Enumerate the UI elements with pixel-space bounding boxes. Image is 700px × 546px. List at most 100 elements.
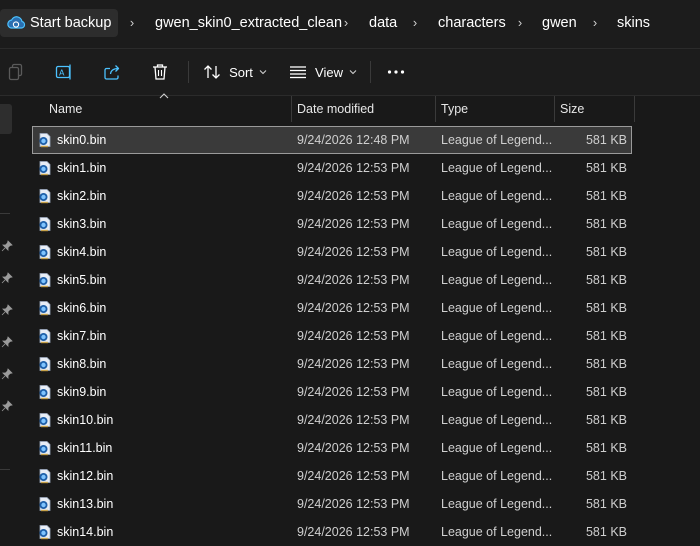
file-row[interactable]: skin11.bin 9/24/2026 12:53 PM League of Le…	[32, 434, 632, 462]
pin-icon[interactable]	[1, 304, 13, 316]
file-row[interactable]: skin5.bin 9/24/2026 12:53 PM League of Leg…	[32, 266, 632, 294]
file-row[interactable]: skin9.bin 9/24/2026 12:53 PM League of Leg…	[32, 378, 632, 406]
rename-button[interactable]: A	[48, 57, 80, 87]
more-icon	[387, 70, 405, 74]
file-name: skin9.bin	[57, 385, 107, 399]
file-row[interactable]: skin1.bin 9/24/2026 12:53 PM League of Leg…	[32, 154, 632, 182]
toolbar-separator	[370, 61, 371, 83]
breadcrumb-start-backup[interactable]: Start backup	[0, 9, 118, 37]
file-type: League of Legend...	[441, 441, 553, 455]
file-size: 581 KB	[585, 133, 627, 147]
file-row[interactable]: skin2.bin 9/24/2026 12:53 PM League of Leg…	[32, 182, 632, 210]
file-date-modified: 9/24/2026 12:53 PM	[297, 217, 410, 231]
column-header-row: Name Date modified Type Size	[16, 96, 700, 122]
file-type: League of Legend...	[441, 217, 553, 231]
file-name: skin5.bin	[57, 273, 107, 287]
navigation-pane[interactable]	[0, 96, 16, 540]
more-button[interactable]	[380, 57, 412, 87]
column-header-type[interactable]: Type	[435, 96, 554, 122]
column-header-name[interactable]: Name	[43, 96, 291, 122]
file-row[interactable]: skin14.bin 9/24/2026 12:53 PM League of Le…	[32, 518, 632, 546]
league-file-icon	[39, 525, 51, 540]
file-size: 581 KB	[585, 273, 627, 287]
breadcrumb-skins[interactable]: skins	[617, 9, 650, 37]
file-name: skin4.bin	[57, 245, 107, 259]
breadcrumb-characters[interactable]: characters	[438, 9, 506, 37]
file-date-modified: 9/24/2026 12:53 PM	[297, 441, 410, 455]
share-button[interactable]	[96, 57, 128, 87]
file-type: League of Legend...	[441, 357, 553, 371]
breadcrumb-chevron-icon[interactable]: ›	[340, 9, 352, 37]
command-bar: A Sort View	[0, 49, 700, 95]
file-row[interactable]: skin10.bin 9/24/2026 12:53 PM League of Le…	[32, 406, 632, 434]
file-date-modified: 9/24/2026 12:53 PM	[297, 245, 410, 259]
file-row[interactable]: skin3.bin 9/24/2026 12:53 PM League of Leg…	[32, 210, 632, 238]
column-resize-handle[interactable]	[634, 96, 635, 122]
league-file-icon	[39, 329, 51, 344]
pin-icon[interactable]	[1, 272, 13, 284]
league-file-icon	[39, 497, 51, 512]
toolbar-separator	[188, 61, 189, 83]
rename-icon: A	[55, 64, 71, 80]
file-name: skin14.bin	[57, 525, 114, 539]
breadcrumb-data[interactable]: data	[369, 9, 397, 37]
league-file-icon	[39, 385, 51, 400]
sort-icon	[204, 65, 221, 79]
file-date-modified: 9/24/2026 12:48 PM	[297, 133, 410, 147]
nav-selected-item[interactable]	[0, 104, 12, 134]
view-button[interactable]: View	[286, 57, 360, 87]
copy-icon	[8, 63, 23, 81]
file-size: 581 KB	[585, 329, 627, 343]
file-row[interactable]: skin13.bin 9/24/2026 12:53 PM League of Le…	[32, 490, 632, 518]
file-type: League of Legend...	[441, 245, 553, 259]
view-icon	[290, 66, 307, 79]
file-type: League of Legend...	[441, 301, 553, 315]
file-name: skin0.bin	[57, 133, 107, 147]
breadcrumb-chevron-icon[interactable]: ›	[589, 9, 601, 37]
breadcrumb-chevron-icon[interactable]: ›	[126, 9, 138, 37]
file-row[interactable]: skin0.bin 9/24/2026 12:48 PM League of Leg…	[32, 126, 632, 154]
file-date-modified: 9/24/2026 12:53 PM	[297, 273, 410, 287]
file-row[interactable]: skin7.bin 9/24/2026 12:53 PM League of Leg…	[32, 322, 632, 350]
pin-icon[interactable]	[1, 336, 13, 348]
pin-icon[interactable]	[1, 368, 13, 380]
file-name: skin8.bin	[57, 357, 107, 371]
file-type: League of Legend...	[441, 385, 553, 399]
file-date-modified: 9/24/2026 12:53 PM	[297, 469, 410, 483]
file-type: League of Legend...	[441, 329, 553, 343]
file-row[interactable]: skin8.bin 9/24/2026 12:53 PM League of Leg…	[32, 350, 632, 378]
league-file-icon	[39, 189, 51, 204]
breadcrumb-label: Start backup	[30, 15, 112, 31]
nav-divider	[0, 213, 10, 214]
delete-button[interactable]	[144, 57, 176, 87]
file-size: 581 KB	[585, 469, 627, 483]
column-header-date[interactable]: Date modified	[291, 96, 435, 122]
league-file-icon	[39, 161, 51, 176]
file-type: League of Legend...	[441, 273, 553, 287]
file-name: skin13.bin	[57, 497, 114, 511]
file-date-modified: 9/24/2026 12:53 PM	[297, 357, 410, 371]
chevron-down-icon	[349, 70, 357, 75]
league-file-icon	[39, 469, 51, 484]
pin-icon[interactable]	[1, 400, 13, 412]
address-bar: Start backup › gwen_skin0_extracted_clea…	[0, 0, 700, 48]
sort-button[interactable]: Sort	[198, 57, 272, 87]
file-date-modified: 9/24/2026 12:53 PM	[297, 161, 410, 175]
league-file-icon	[39, 133, 51, 148]
sort-label: Sort	[229, 64, 253, 80]
breadcrumb-folder[interactable]: gwen_skin0_extracted_clean	[155, 9, 342, 37]
file-row[interactable]: skin12.bin 9/24/2026 12:53 PM League of Le…	[32, 462, 632, 490]
file-row[interactable]: skin4.bin 9/24/2026 12:53 PM League of Leg…	[32, 238, 632, 266]
breadcrumb-gwen[interactable]: gwen	[542, 9, 577, 37]
file-size: 581 KB	[585, 413, 627, 427]
file-date-modified: 9/24/2026 12:53 PM	[297, 413, 410, 427]
pin-icon[interactable]	[1, 240, 13, 252]
copy-button[interactable]	[2, 57, 30, 87]
file-name: skin2.bin	[57, 189, 107, 203]
view-label: View	[315, 64, 343, 80]
breadcrumb-chevron-icon[interactable]: ›	[514, 9, 526, 37]
breadcrumb-chevron-icon[interactable]: ›	[409, 9, 421, 37]
file-row[interactable]: skin6.bin 9/24/2026 12:53 PM League of Leg…	[32, 294, 632, 322]
column-header-size[interactable]: Size	[554, 96, 634, 122]
league-file-icon	[39, 357, 51, 372]
